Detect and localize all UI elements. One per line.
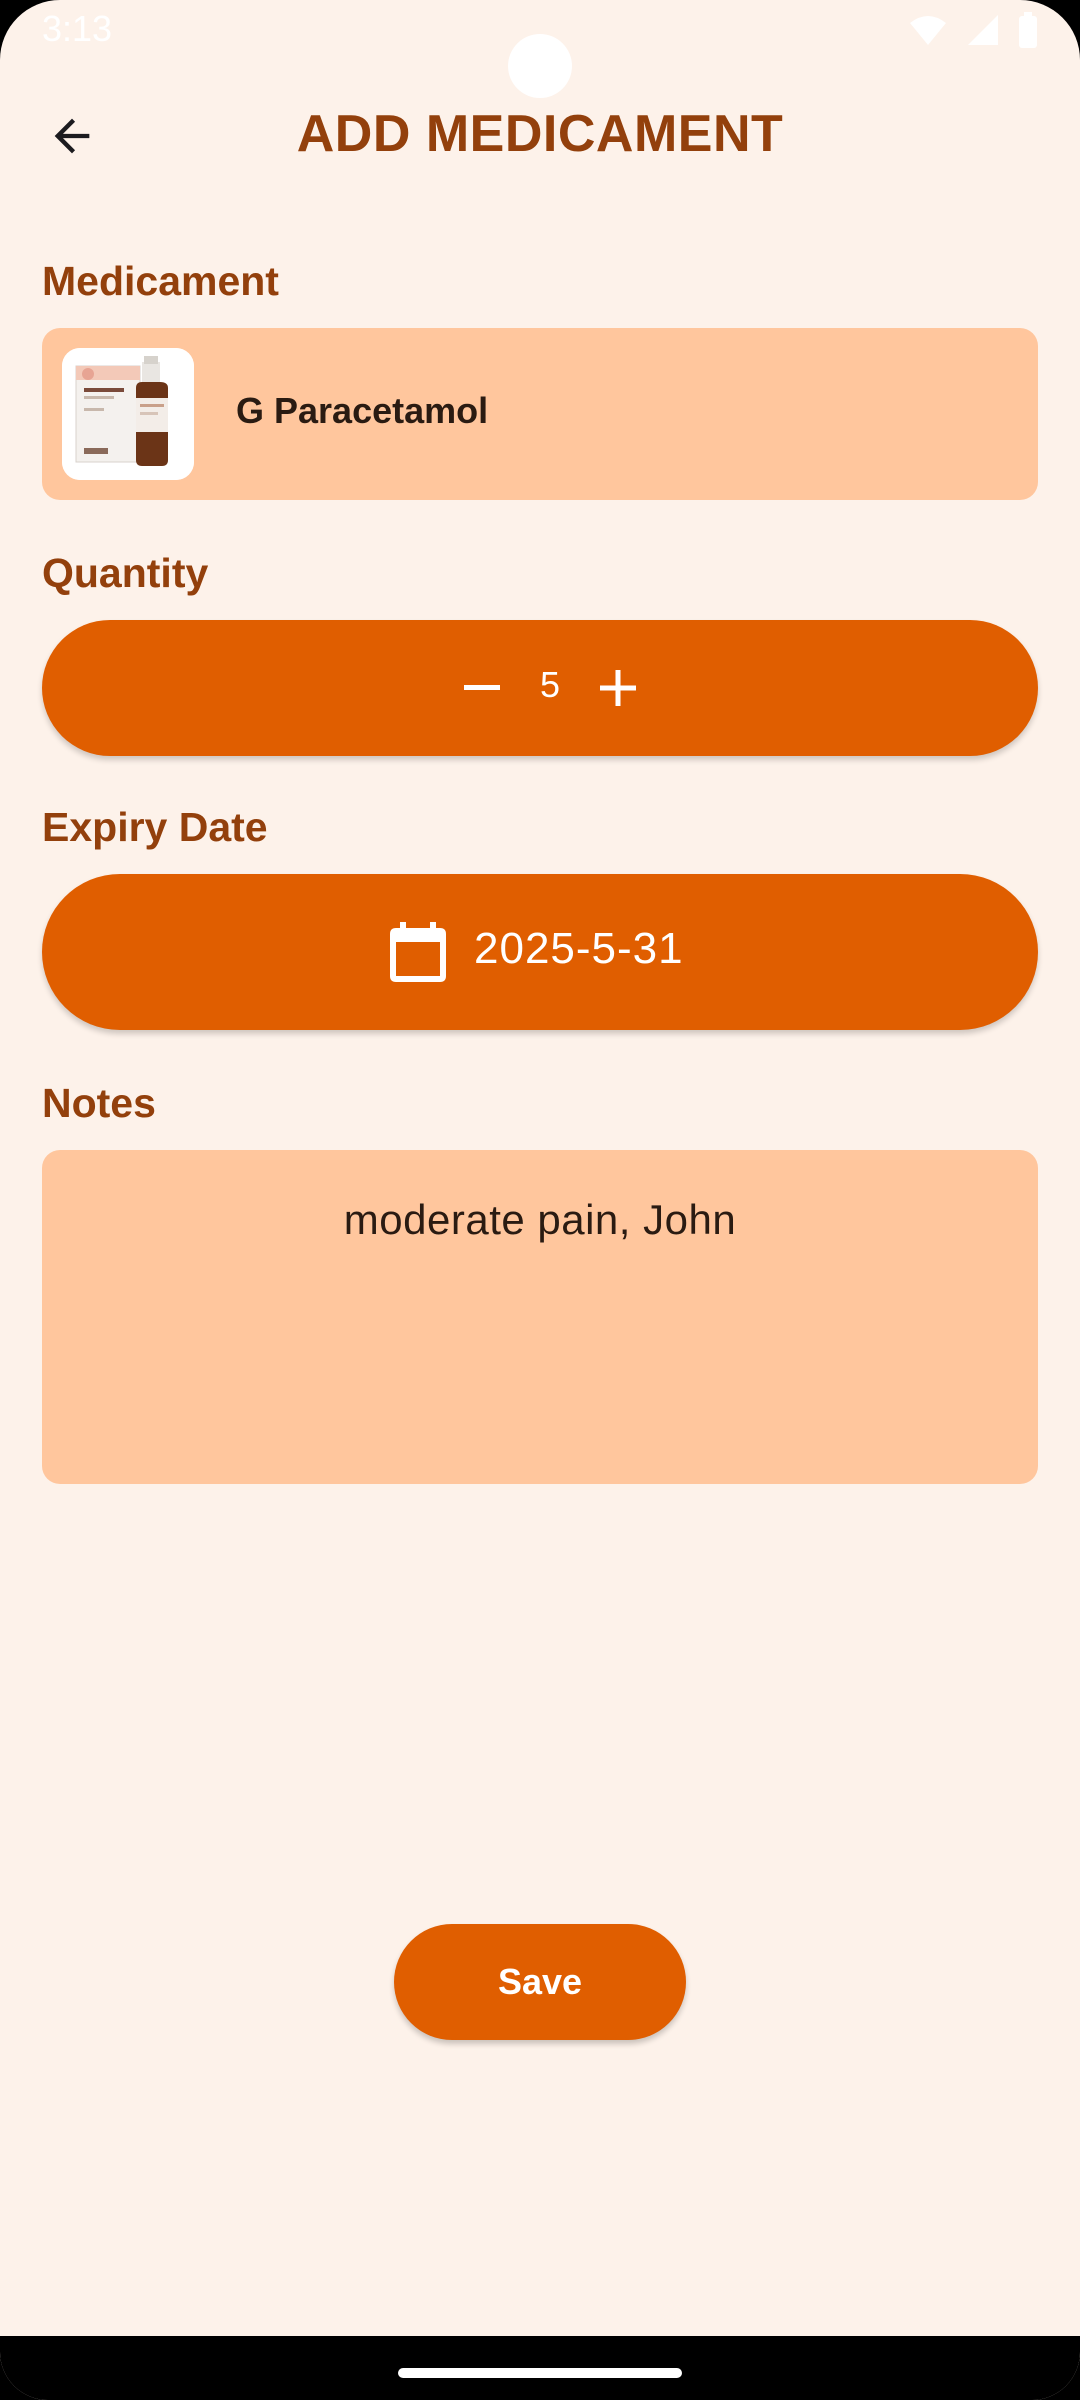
battery-icon	[1019, 12, 1037, 48]
home-indicator[interactable]	[398, 2368, 682, 2378]
quantity-value: 5	[539, 664, 561, 705]
decrement-button[interactable]	[442, 648, 522, 728]
minus-icon	[464, 685, 500, 690]
notes-text: moderate pain, John	[343, 1196, 737, 1243]
plus-icon	[600, 670, 636, 706]
medicament-label: Medicament	[42, 258, 279, 304]
calendar-icon	[390, 922, 446, 982]
medicament-image	[62, 348, 194, 480]
status-time: 3:13	[42, 8, 113, 49]
medicament-card[interactable]: G Paracetamol	[42, 328, 1038, 500]
increment-button[interactable]	[578, 648, 658, 728]
save-button[interactable]: Save	[394, 1924, 686, 2040]
page-title: ADD MEDICAMENT	[296, 105, 784, 163]
expiry-date-button[interactable]: 2025-5-31	[42, 874, 1038, 1030]
screen: 3:13 ADD MEDICAMENT Medicament G Paracet…	[0, 0, 1080, 2400]
signal-icon	[968, 15, 998, 45]
expiry-date-value: 2025-5-31	[474, 924, 684, 973]
quantity-label: Quantity	[42, 550, 209, 596]
medicine-bottle-image	[62, 348, 194, 480]
wifi-icon	[910, 16, 946, 45]
notes-label: Notes	[42, 1080, 156, 1126]
notes-field[interactable]: moderate pain, John	[42, 1150, 1038, 1484]
expiry-date-label: Expiry Date	[42, 804, 268, 850]
quantity-stepper: 5	[42, 620, 1038, 756]
status-icons	[908, 12, 1038, 48]
medicament-name: G Paracetamol	[236, 390, 489, 431]
camera-cutout	[508, 34, 572, 98]
